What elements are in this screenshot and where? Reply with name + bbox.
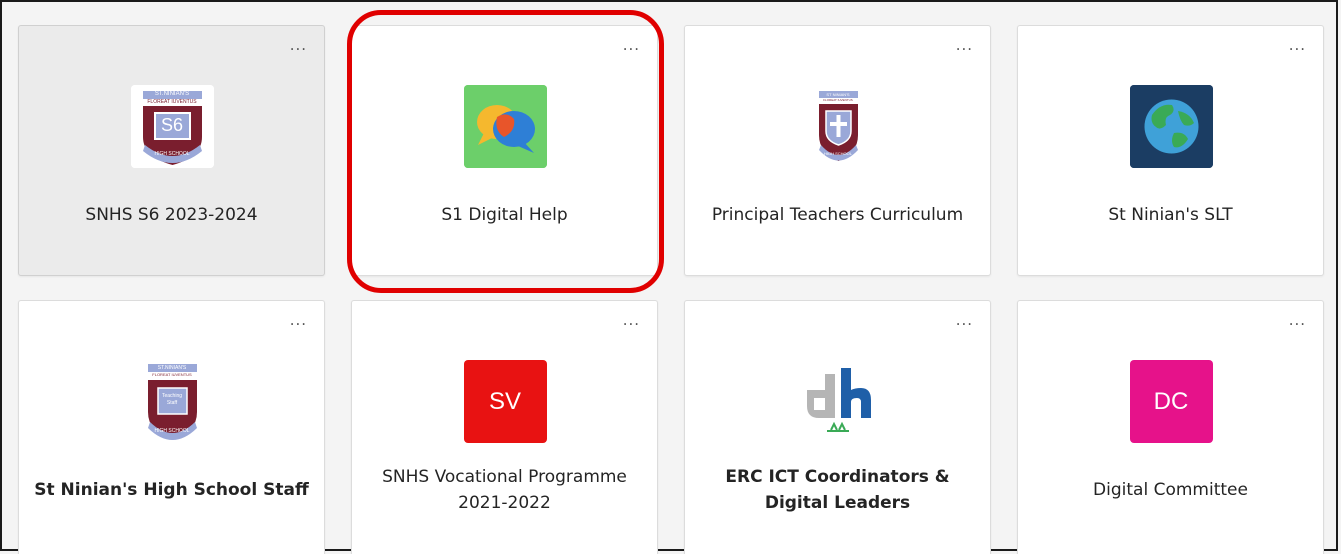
crest-motto-text: FLOREAT IUVENTUS [147, 99, 197, 105]
more-options-icon[interactable]: ... [290, 312, 307, 328]
crest-bottom-text: HIGH SCHOOL [154, 428, 190, 434]
team-initials-avatar: DC [1129, 360, 1213, 443]
team-card-principal-teachers[interactable]: ... ST NINIAN'S FLOREAT IUVENTUS HIGH SC… [684, 25, 991, 276]
team-card-snhs-vocational[interactable]: ... SV SNHS Vocational Programme 2021-20… [351, 300, 658, 554]
crest-bottom-text: HIGH SCHOOL [154, 151, 190, 157]
chat-bubbles-icon [463, 85, 547, 168]
team-initials-avatar: SV [463, 360, 547, 443]
more-options-icon[interactable]: ... [956, 312, 973, 328]
more-options-icon[interactable]: ... [623, 312, 640, 328]
more-options-icon[interactable]: ... [1289, 37, 1306, 53]
crest-icon: ST.NINIAN'S FLOREAT IUVENTUS S6 HIGH SCH… [130, 85, 214, 168]
crest-icon: ST.NINIAN'S FLOREAT IUVENTUS Teaching St… [130, 360, 214, 443]
team-name: St Ninian's SLT [1108, 205, 1233, 225]
team-name: Digital Committee [1093, 480, 1248, 500]
team-name: SNHS S6 2023-2024 [85, 205, 258, 225]
crest-top-text: ST NINIAN'S [826, 92, 850, 97]
more-options-icon[interactable]: ... [1289, 312, 1306, 328]
team-card-digital-committee[interactable]: ... DC Digital Committee [1017, 300, 1324, 554]
crest-bottom-text: HIGH SCHOOL [823, 151, 852, 156]
teams-grid: ... ST.NINIAN'S FLOREAT IUVENTUS S6 HIGH… [0, 0, 1341, 554]
crest-top-text: ST.NINIAN'S [154, 91, 190, 97]
more-options-icon[interactable]: ... [290, 37, 307, 53]
crest-motto-text: FLOREAT IUVENTUS [823, 98, 853, 102]
crest-top-text: ST.NINIAN'S [157, 365, 187, 371]
crest-mid-text: Teaching Staff [161, 393, 182, 406]
team-name: ERC ICT Coordinators & Digital Leaders [725, 467, 950, 513]
team-name: Principal Teachers Curriculum [711, 205, 964, 225]
crest-mid-text: S6 [160, 115, 184, 135]
dh-logo-icon [796, 360, 880, 443]
globe-icon [1129, 85, 1213, 168]
team-card-st-ninians-slt[interactable]: ... St Ninian's SLT [1017, 25, 1324, 276]
team-name: St Ninian's High School Staff [34, 480, 309, 500]
team-card-s1-digital-help[interactable]: ... S1 Digital Help [351, 25, 658, 276]
crest-icon: ST NINIAN'S FLOREAT IUVENTUS HIGH SCHOOL [796, 85, 880, 168]
team-name: SNHS Vocational Programme 2021-2022 [382, 467, 627, 513]
crest-motto-text: FLOREAT IUVENTUS [152, 372, 192, 377]
team-card-erc-ict-coordinators[interactable]: ... ERC ICT Coordinators & Digital Leade… [684, 300, 991, 554]
more-options-icon[interactable]: ... [956, 37, 973, 53]
team-name: S1 Digital Help [441, 205, 568, 225]
team-card-snhs-s6[interactable]: ... ST.NINIAN'S FLOREAT IUVENTUS S6 HIGH… [18, 25, 325, 276]
team-card-high-school-staff[interactable]: ... ST.NINIAN'S FLOREAT IUVENTUS Teachin… [18, 300, 325, 554]
more-options-icon[interactable]: ... [623, 37, 640, 53]
